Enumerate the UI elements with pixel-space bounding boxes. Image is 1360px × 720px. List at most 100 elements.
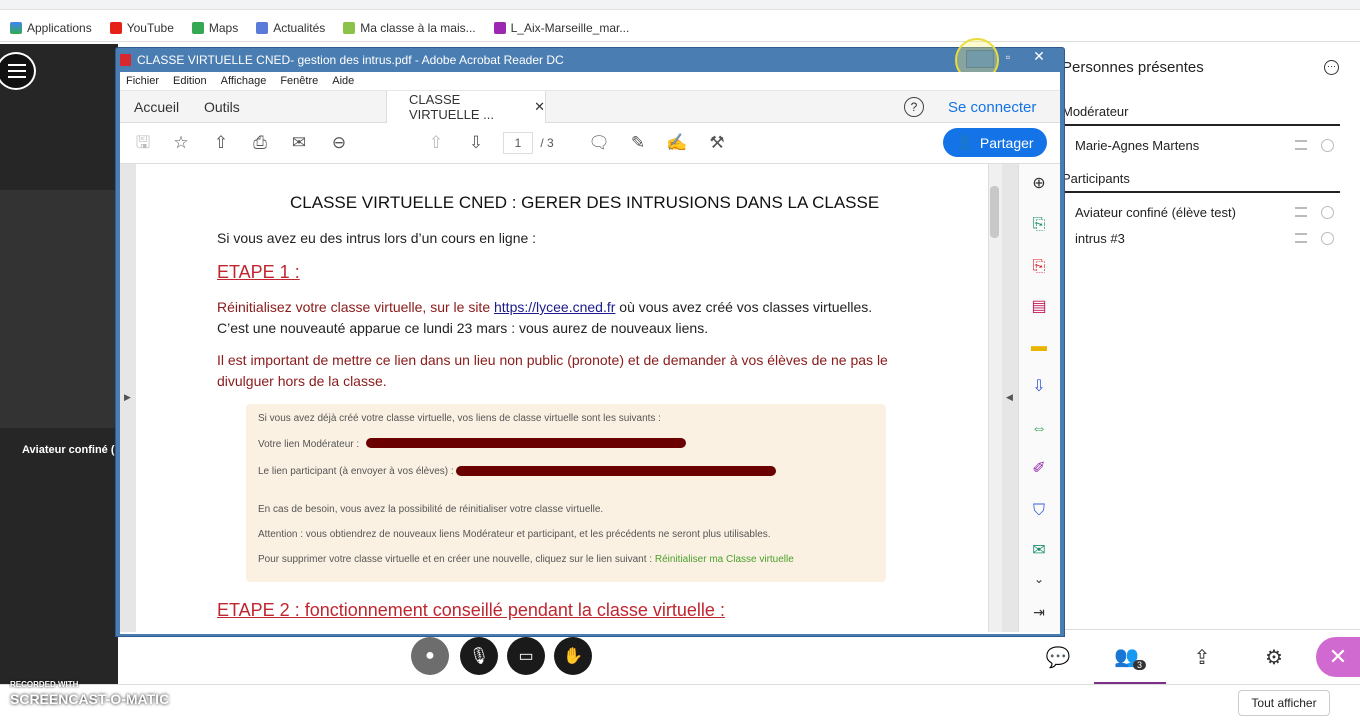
organize-pages-icon[interactable]: ▤ <box>1029 297 1049 317</box>
mail-icon[interactable]: ✉ <box>288 132 310 154</box>
chat-tab[interactable]: 💬 <box>1022 630 1094 685</box>
star-icon[interactable]: ☆ <box>170 132 192 154</box>
zoom-out-icon[interactable]: ⊖ <box>328 132 350 154</box>
gear-icon: ⚙ <box>1265 647 1283 669</box>
youtube-icon <box>109 21 122 34</box>
paragraph-3b: divulguer hors de la classe. <box>217 373 387 389</box>
pdf-icon <box>120 54 131 66</box>
redaction-scribble <box>366 438 686 448</box>
camera-name: Aviateur confiné ( <box>22 444 115 456</box>
menu-fichier[interactable]: Fichier <box>126 75 159 87</box>
close-panel-button[interactable]: ✕ <box>1316 637 1360 677</box>
chevron-down-icon[interactable]: ⌄ <box>1029 569 1049 589</box>
save-icon[interactable]: 🖫 <box>132 132 154 154</box>
compress-icon[interactable]: ⇔ <box>1029 419 1049 439</box>
bookmark-actualites[interactable]: Actualités <box>250 21 331 35</box>
bookmark-applications[interactable]: Applications <box>4 21 98 35</box>
toolbar: 🖫 ☆ ⇧ ⎙ ✉ ⊖ ⇧ ⇩ 1 / 3 🗨 ✎ ✍ ⚒ <box>120 124 1060 164</box>
paragraph-3a: Il est important de mettre ce lien dans … <box>217 352 888 368</box>
cned-link[interactable]: https://lycee.cned.fr <box>494 299 615 315</box>
comment-tool-icon[interactable]: ▬ <box>1029 337 1049 357</box>
tab-outils[interactable]: Outils <box>204 91 240 123</box>
page-up-icon[interactable]: ⇧ <box>425 132 447 154</box>
p1-text-end: où vous avez créé vos classes virtuelles… <box>615 299 873 315</box>
participant-row[interactable]: Aviateur confiné (élève test) <box>1062 200 1340 224</box>
tools-icon[interactable]: ⚒ <box>706 132 728 154</box>
share-button[interactable]: 👤 Partager <box>943 128 1047 157</box>
window-title-bar[interactable]: CLASSE VIRTUELLE CNED- gestion des intru… <box>120 51 940 69</box>
paragraph-1: Réinitialisez votre classe virtuelle, su… <box>217 297 872 318</box>
more-options-icon[interactable]: ··· <box>1324 60 1339 75</box>
page-total: / 3 <box>540 136 554 150</box>
export-pdf-icon[interactable]: ⎘ <box>1029 257 1049 277</box>
menu-aide[interactable]: Aide <box>332 75 354 87</box>
camera-button[interactable]: ▭ <box>507 637 545 675</box>
participants-count-badge: 3 <box>1132 660 1146 670</box>
fill-sign-icon[interactable]: ✐ <box>1029 459 1049 479</box>
mic-off-icon: 🎙 <box>468 648 490 665</box>
settings-tab[interactable]: ⚙ <box>1238 630 1310 685</box>
participant-row[interactable]: Marie-Agnes Martens <box>1062 133 1340 157</box>
participants-tab[interactable]: 👥 3 <box>1094 630 1166 685</box>
menu-edition[interactable]: Edition <box>173 75 207 87</box>
maximize-button[interactable]: ▫ <box>996 50 1020 68</box>
more-icon[interactable] <box>1321 138 1334 152</box>
page-number-input[interactable]: 1 <box>503 132 533 154</box>
browser-address-bar[interactable] <box>0 0 1360 10</box>
menu-icon[interactable] <box>1295 207 1307 217</box>
bookmark-aix-marseille[interactable]: L_Aix-Marseille_mar... <box>488 21 636 35</box>
show-all-button[interactable]: Tout afficher <box>1238 690 1330 716</box>
signin-link[interactable]: Se connecter <box>948 91 1036 123</box>
microphone-button[interactable]: 🎙 <box>460 637 498 675</box>
user-icon: ● <box>425 647 435 664</box>
collapse-right-icon[interactable]: ◀ <box>1006 392 1013 403</box>
collapse-left-icon[interactable]: ▶ <box>124 392 131 403</box>
close-window-button[interactable]: ✕ <box>1022 48 1056 66</box>
zoom-icon[interactable]: ⊕ <box>1029 174 1049 194</box>
menu-icon[interactable] <box>1295 233 1307 243</box>
protect-icon[interactable]: ⛉ <box>1029 501 1049 521</box>
collapse-pane-icon[interactable]: ⇥ <box>1029 602 1049 622</box>
create-pdf-icon[interactable]: ⎘ <box>1029 215 1049 235</box>
help-icon[interactable]: ? <box>904 97 924 117</box>
menu-fenetre[interactable]: Fenêtre <box>280 75 318 87</box>
menu-icon[interactable] <box>1295 140 1307 150</box>
tab-accueil[interactable]: Accueil <box>134 91 179 123</box>
shot-line: En cas de besoin, vous avez la possibili… <box>258 504 604 515</box>
chat-icon: 💬 <box>1045 647 1071 669</box>
participant-name: Marie-Agnes Martens <box>1075 137 1200 153</box>
bookmark-maps[interactable]: Maps <box>186 21 244 35</box>
bookmarks-bar: Applications YouTube Maps Actualités Ma … <box>0 14 1360 42</box>
panel-title: Personnes présentes <box>1062 59 1204 76</box>
maps-icon <box>191 21 204 34</box>
more-icon[interactable] <box>1321 231 1334 245</box>
sign-icon[interactable]: ✍ <box>666 132 688 154</box>
combine-files-icon[interactable]: ⇩ <box>1029 377 1049 397</box>
redaction-scribble <box>456 466 776 476</box>
raise-hand-button[interactable]: ✋ <box>554 637 592 675</box>
camera-off-icon: ▭ <box>518 648 534 665</box>
participant-row[interactable]: intrus #3 <box>1062 226 1340 250</box>
tab-document-label: CLASSE VIRTUELLE ... <box>409 92 495 122</box>
menu-affichage[interactable]: Affichage <box>221 75 267 87</box>
pen-icon[interactable]: ✎ <box>627 132 649 154</box>
send-icon[interactable]: ✉ <box>1029 541 1049 561</box>
avatar-status-button[interactable]: ● <box>411 637 449 675</box>
shot-line: Pour supprimer votre classe virtuelle et… <box>258 554 794 565</box>
more-icon[interactable] <box>1321 205 1334 219</box>
add-user-icon: 👤 <box>956 134 974 150</box>
shot-line: Attention : vous obtiendrez de nouveaux … <box>258 529 771 540</box>
share-content-tab[interactable]: ⇪ <box>1166 630 1238 685</box>
page-down-icon[interactable]: ⇩ <box>465 132 487 154</box>
print-icon[interactable]: ⎙ <box>249 132 271 154</box>
close-tab-icon[interactable]: ✕ <box>534 99 545 115</box>
bookmark-label: Maps <box>208 20 239 35</box>
comment-icon[interactable]: 🗨 <box>588 132 610 154</box>
scrollbar-thumb[interactable] <box>990 186 999 238</box>
bookmark-ma-classe[interactable]: Ma classe à la mais... <box>337 21 481 35</box>
tab-document[interactable]: CLASSE VIRTUELLE ... ✕ <box>386 91 546 123</box>
participants-section-title: Participants <box>1062 171 1130 186</box>
upload-icon[interactable]: ⇧ <box>210 132 232 154</box>
bookmark-youtube[interactable]: YouTube <box>104 21 180 35</box>
paragraph-2: C’est une nouveauté apparue ce lundi 23 … <box>217 320 709 336</box>
